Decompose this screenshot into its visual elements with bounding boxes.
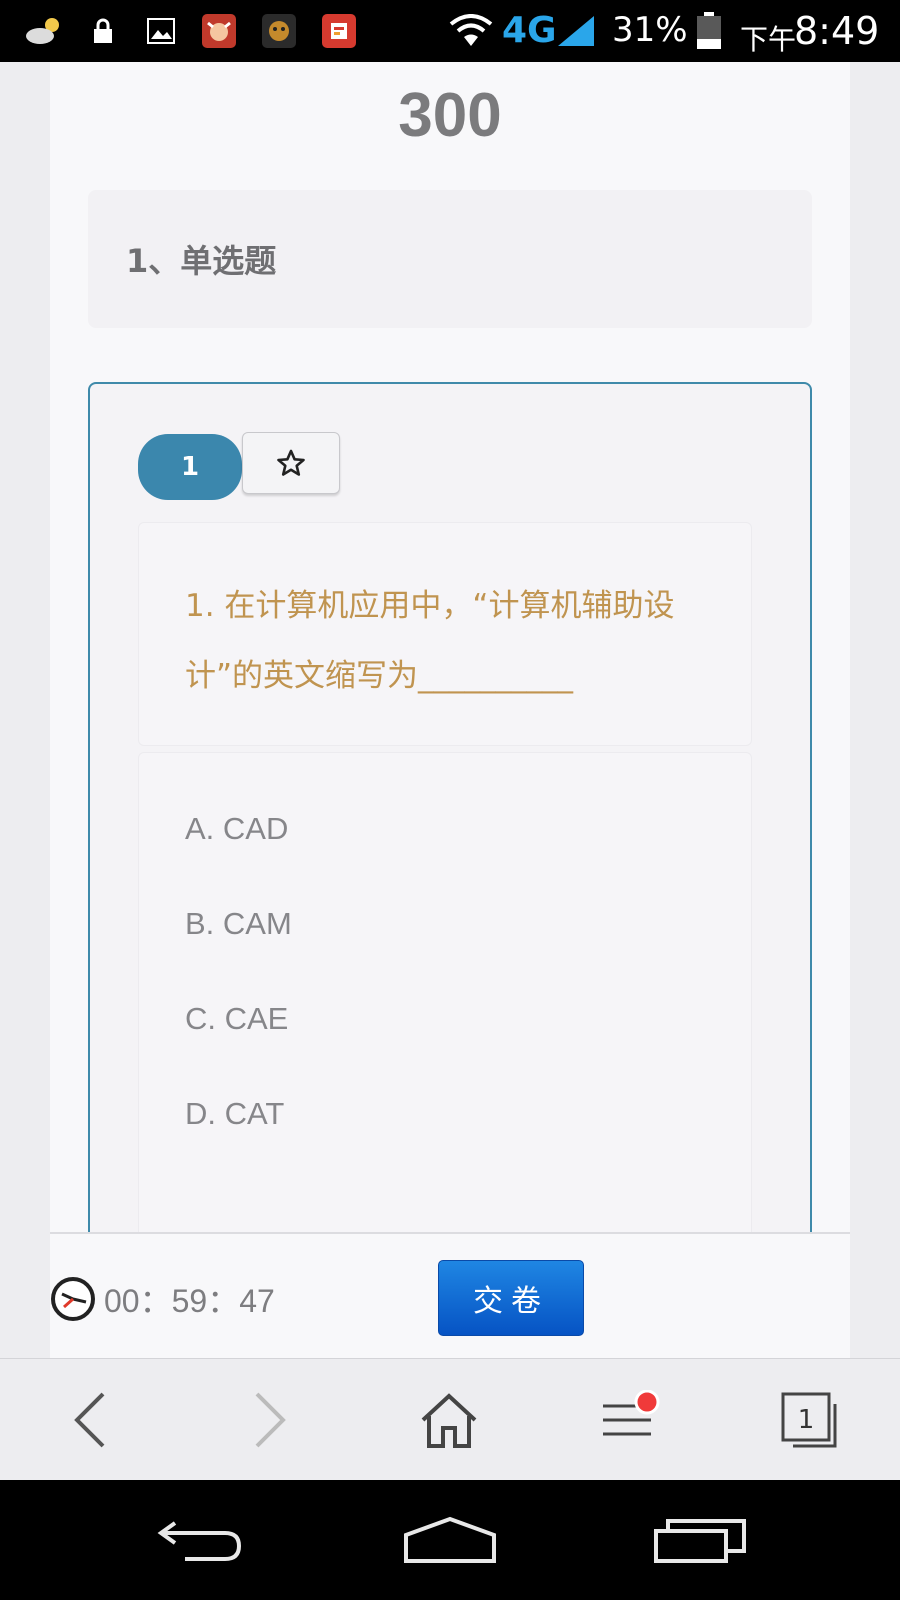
battery-icon — [696, 12, 722, 49]
option-b[interactable]: B. CAM — [185, 906, 292, 942]
lock-icon — [92, 14, 114, 48]
tabs-button[interactable]: 1 — [774, 1385, 844, 1455]
countdown-timer: 00：59：47 — [104, 1283, 275, 1319]
exam-page: 300 1、单选题 1 1. 在计算机应用中，“计算机辅助设计”的英文缩写为__… — [50, 62, 850, 1354]
section-header: 1、单选题 — [88, 190, 812, 328]
browser-toolbar: 1 — [0, 1358, 900, 1481]
status-bar: 4G 31% 下午 8:49 — [0, 0, 900, 62]
forward-icon — [255, 1392, 286, 1448]
system-back-button[interactable] — [150, 1510, 250, 1570]
system-nav-bar — [0, 1480, 900, 1600]
wifi-icon — [448, 14, 494, 48]
back-button[interactable] — [56, 1385, 126, 1455]
tab-count: 1 — [798, 1405, 815, 1435]
back-icon — [74, 1392, 105, 1448]
exam-bar: 00：59：47 交卷 — [50, 1232, 850, 1358]
app-icon-red-bull — [202, 14, 236, 48]
menu-icon — [603, 1390, 660, 1436]
weather-icon — [24, 14, 66, 48]
system-recents-button[interactable] — [650, 1510, 750, 1570]
clock-icon — [51, 1277, 95, 1321]
clock-ampm: 下午 — [740, 23, 797, 56]
submit-exam-button[interactable]: 交卷 — [438, 1260, 584, 1336]
menu-button[interactable] — [594, 1385, 664, 1455]
system-back-icon — [157, 1521, 242, 1561]
page-title: 300 — [398, 81, 502, 150]
tabs-icon: 1 — [781, 1392, 837, 1448]
battery-percent: 31% — [612, 10, 688, 50]
favorite-button[interactable] — [242, 432, 340, 494]
app-icon-tiger — [262, 14, 296, 48]
clock-time: 8:49 — [794, 9, 880, 53]
app-icon-news — [322, 14, 356, 48]
system-home-button[interactable] — [400, 1510, 500, 1570]
option-a[interactable]: A. CAD — [185, 811, 288, 847]
home-button[interactable] — [414, 1385, 484, 1455]
question-stem-box: 1. 在计算机应用中，“计算机辅助设计”的英文缩写为__________ — [138, 522, 752, 746]
star-icon — [277, 449, 305, 476]
gallery-icon — [146, 14, 176, 48]
question-card: 1 1. 在计算机应用中，“计算机辅助设计”的英文缩写为__________ A… — [88, 382, 812, 1354]
question-stem: 1. 在计算机应用中，“计算机辅助设计”的英文缩写为__________ — [185, 588, 675, 694]
network-type: 4G — [502, 10, 557, 51]
system-home-icon — [404, 1516, 496, 1563]
option-d[interactable]: D. CAT — [185, 1096, 284, 1132]
section-label: 1、单选题 — [126, 242, 277, 280]
forward-button[interactable] — [234, 1385, 304, 1455]
question-number-badge[interactable]: 1 — [138, 434, 242, 500]
system-recents-icon — [654, 1519, 746, 1563]
option-c[interactable]: C. CAE — [185, 1001, 288, 1037]
signal-icon — [556, 14, 596, 48]
home-icon — [421, 1393, 477, 1448]
